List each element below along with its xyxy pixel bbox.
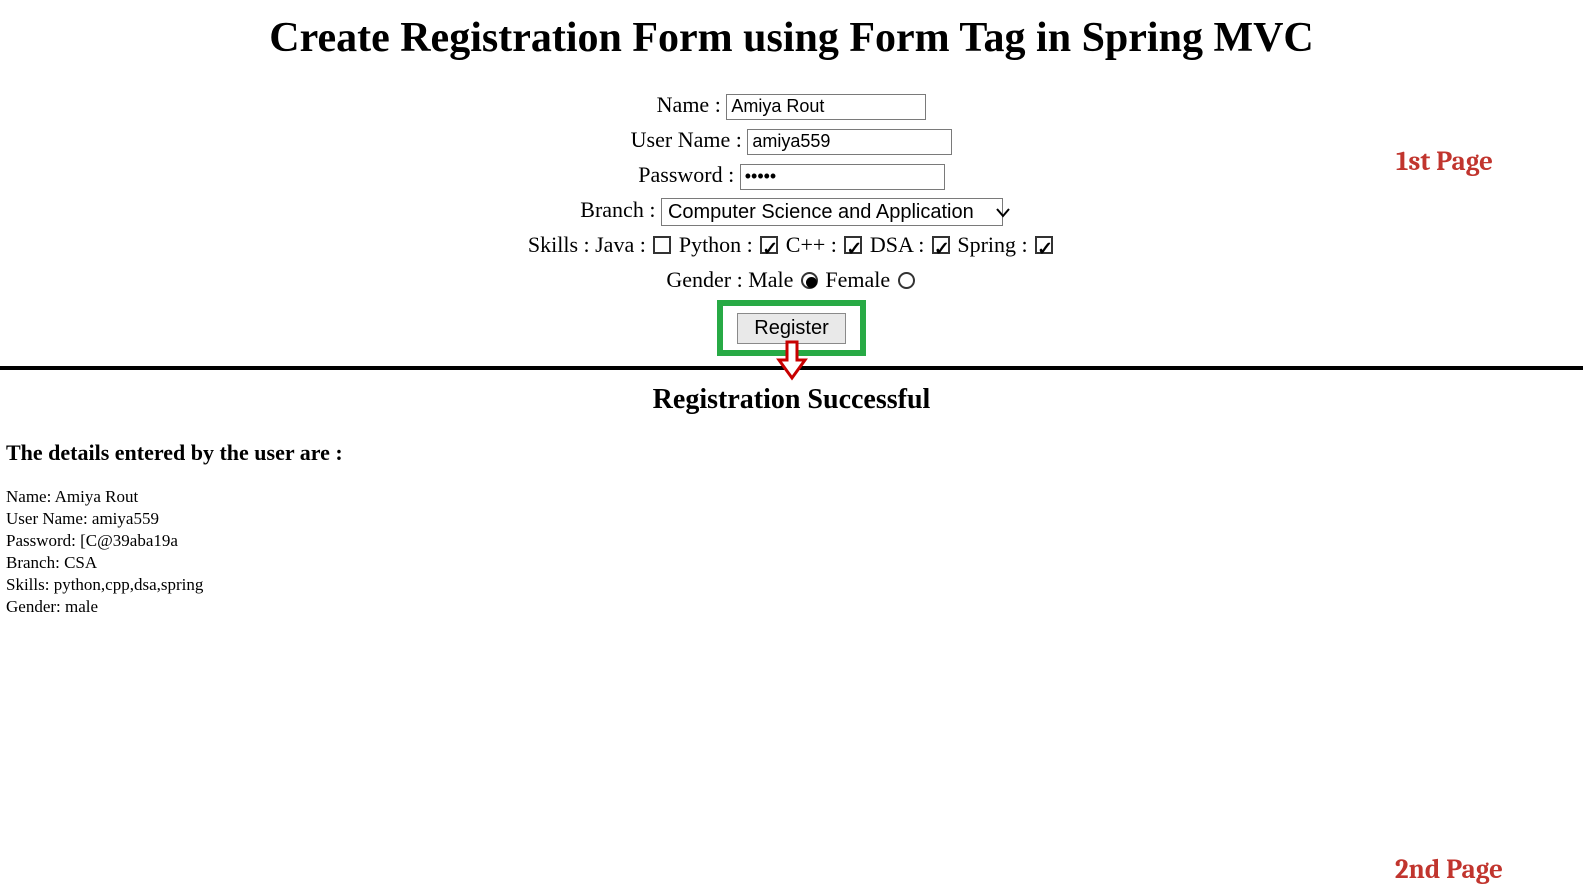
gender-option-label: Male xyxy=(748,267,799,292)
skill-label: Spring : xyxy=(952,232,1033,257)
skill-label: C++ : xyxy=(780,232,842,257)
detail-line: Name: Amiya Rout xyxy=(6,486,1583,508)
detail-line: Branch: CSA xyxy=(6,552,1583,574)
name-label: Name : xyxy=(657,92,721,117)
gender-row: Gender : Male Female xyxy=(0,263,1583,297)
details-heading: The details entered by the user are : xyxy=(6,440,1583,466)
registration-form: Name : User Name : Password : Branch : C… xyxy=(0,88,1583,356)
skill-checkbox[interactable] xyxy=(760,236,778,254)
page1-annotation: 1st Page xyxy=(1396,146,1493,177)
gender-option-label: Female xyxy=(820,267,896,292)
skills-label: Skills : xyxy=(528,232,590,257)
detail-line: Gender: male xyxy=(6,596,1583,618)
name-input[interactable] xyxy=(726,94,926,120)
branch-label: Branch : xyxy=(580,197,655,222)
skill-checkbox[interactable] xyxy=(932,236,950,254)
branch-selected-value: Computer Science and Application xyxy=(668,201,996,223)
arrow-down-icon xyxy=(775,340,809,387)
page2-annotation: 2nd Page xyxy=(1395,854,1503,885)
skills-row: Skills : Java : Python : C++ : DSA : Spr… xyxy=(0,228,1583,262)
gender-label: Gender : xyxy=(666,267,742,292)
skill-checkbox[interactable] xyxy=(653,236,671,254)
password-input[interactable] xyxy=(740,164,945,190)
skill-label: Java : xyxy=(595,232,651,257)
page-title: Create Registration Form using Form Tag … xyxy=(0,14,1583,62)
gender-radio[interactable] xyxy=(898,272,915,289)
skill-checkbox[interactable] xyxy=(1035,236,1053,254)
detail-line: Password: [C@39aba19a xyxy=(6,530,1583,552)
detail-line: User Name: amiya559 xyxy=(6,508,1583,530)
password-label: Password : xyxy=(638,162,734,187)
branch-select[interactable]: Computer Science and Application xyxy=(661,198,1003,226)
skill-label: Python : xyxy=(673,232,758,257)
skill-checkbox[interactable] xyxy=(844,236,862,254)
username-label: User Name : xyxy=(631,127,742,152)
skill-label: DSA : xyxy=(864,232,929,257)
username-input[interactable] xyxy=(747,129,952,155)
details-list: Name: Amiya RoutUser Name: amiya559Passw… xyxy=(6,486,1583,618)
gender-radio[interactable] xyxy=(801,272,818,289)
page2-title: Registration Successful xyxy=(0,384,1583,416)
detail-line: Skills: python,cpp,dsa,spring xyxy=(6,574,1583,596)
